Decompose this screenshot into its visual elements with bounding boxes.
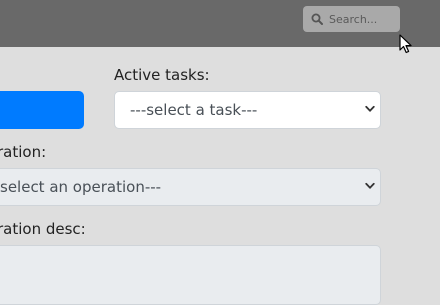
- primary-button[interactable]: [0, 91, 84, 129]
- search-box[interactable]: [303, 6, 400, 32]
- search-input[interactable]: [329, 9, 397, 29]
- top-navbar: [0, 0, 440, 47]
- active-tasks-label: Active tasks:: [114, 66, 210, 84]
- mouse-pointer-icon: [399, 34, 412, 54]
- operation-desc-label: ration desc:: [0, 220, 86, 238]
- search-icon: [311, 13, 323, 25]
- chevron-down-icon: [365, 182, 375, 189]
- active-tasks-select[interactable]: ---select a task---: [114, 91, 381, 129]
- operation-label: ration:: [0, 143, 47, 161]
- chevron-down-icon: [365, 105, 375, 112]
- operation-select[interactable]: select an operation---: [0, 168, 381, 206]
- operation-selected-value: select an operation---: [0, 178, 162, 196]
- operation-desc-textarea[interactable]: [0, 245, 381, 305]
- active-tasks-selected-value: ---select a task---: [130, 101, 258, 119]
